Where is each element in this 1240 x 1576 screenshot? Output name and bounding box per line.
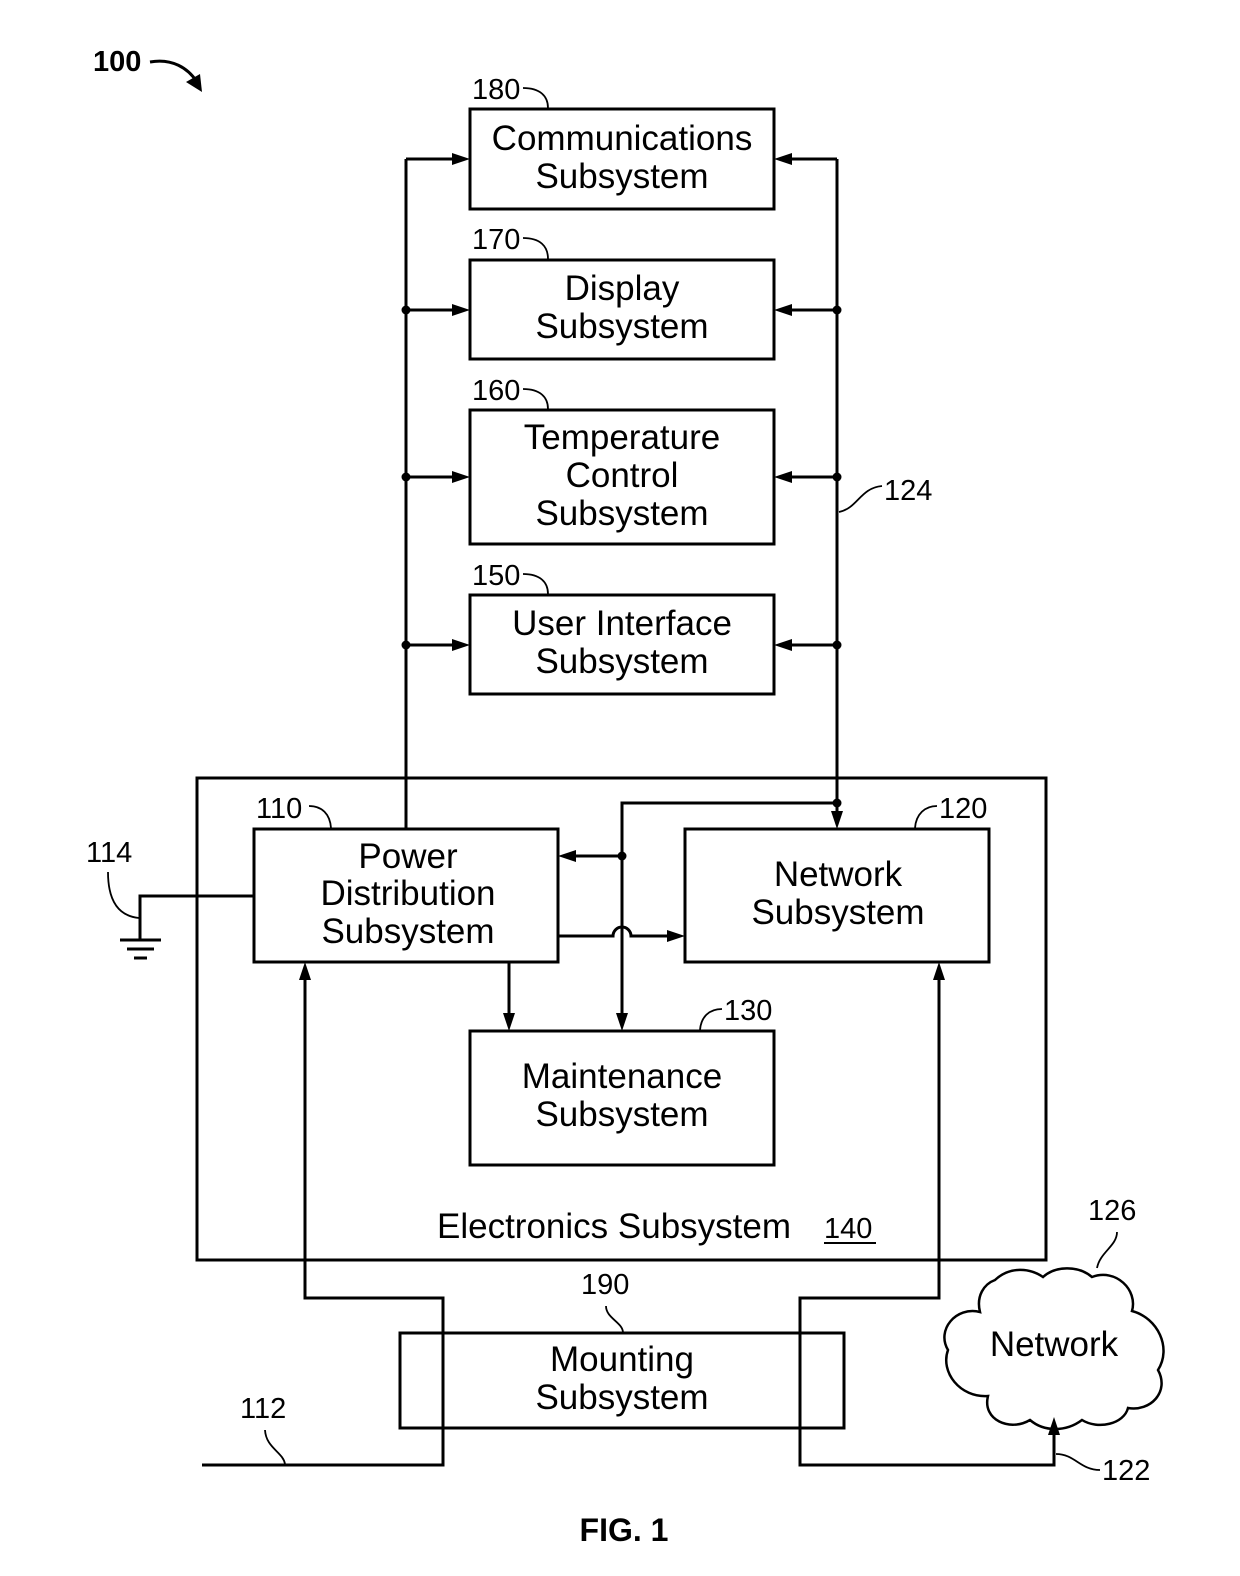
junction-dot [832, 472, 842, 482]
arrowhead [452, 471, 470, 483]
ground-ref: 114 [86, 837, 132, 869]
power-to-network-line [558, 925, 673, 938]
power-input-ref-leader [264, 1429, 286, 1465]
arrowhead [774, 153, 792, 165]
block-ref: 160 [472, 375, 520, 407]
arrowhead [667, 930, 685, 942]
junction-dot [832, 305, 842, 315]
block-label: Subsystem [535, 494, 708, 533]
arrowhead [616, 1013, 628, 1031]
block-label: Mounting [550, 1340, 694, 1379]
block-label: Network [774, 855, 903, 894]
block-label: Subsystem [321, 912, 494, 951]
junction-dot [401, 305, 411, 315]
network-cloud: Network 126 [943, 1195, 1165, 1431]
junction-dot [832, 640, 842, 650]
block-label: Subsystem [535, 157, 708, 196]
block-label: Communications [492, 119, 753, 158]
arrowhead [452, 153, 470, 165]
block-label: Maintenance [522, 1057, 722, 1096]
block-label: Subsystem [535, 307, 708, 346]
block-label: Distribution [320, 874, 495, 913]
arrowhead [933, 962, 945, 980]
mounting-subsystem-block: Mounting Subsystem 190 [398, 1269, 846, 1430]
ref-leader [522, 388, 549, 410]
junction-dot [832, 798, 842, 808]
arrowhead [503, 1013, 515, 1031]
arrowhead [452, 304, 470, 316]
arrowhead [452, 639, 470, 651]
block-label: User Interface [512, 604, 732, 643]
junction-dot [401, 472, 411, 482]
arrowhead [831, 811, 843, 829]
block-ref: 170 [472, 224, 520, 256]
block-ref: 180 [472, 74, 520, 106]
cloud-ref-leader [1096, 1231, 1118, 1269]
block-ref: 120 [939, 793, 987, 825]
display-subsystem-block: Display Subsystem 170 [468, 224, 776, 361]
block-label: Control [566, 456, 679, 495]
arrowhead [774, 471, 792, 483]
ref-leader [522, 573, 549, 595]
ref-leader [914, 805, 938, 829]
ref-leader [522, 237, 549, 260]
temperature-control-subsystem-block: Temperature Control Subsystem 160 [468, 375, 776, 546]
junction-dot [617, 851, 627, 861]
ref-leader [699, 1008, 723, 1031]
block-ref: 110 [256, 793, 302, 825]
block-label: Power [358, 837, 458, 876]
figure-ref: 100 [93, 46, 141, 78]
block-label: Subsystem [535, 1095, 708, 1134]
electronics-subsystem-ref: 140 [824, 1213, 872, 1245]
ground-ref-leader [107, 871, 140, 919]
arrowhead [774, 639, 792, 651]
arrowhead [1048, 1417, 1060, 1435]
power-input-line [202, 975, 445, 1467]
arrowhead [558, 850, 576, 862]
arrowhead [774, 304, 792, 316]
block-ref: 150 [472, 560, 520, 592]
arrowhead [299, 962, 311, 980]
data-bus-ref: 124 [884, 475, 932, 507]
block-label: Subsystem [535, 1378, 708, 1417]
ref-leader [308, 805, 332, 829]
block-label: Subsystem [535, 642, 708, 681]
block-label: Subsystem [751, 893, 924, 932]
figure-ref-arrow [149, 59, 199, 83]
user-interface-subsystem-block: User Interface Subsystem 150 [468, 560, 776, 696]
block-ref: 130 [724, 995, 772, 1027]
network-link-ref: 122 [1102, 1455, 1150, 1487]
ref-leader [605, 1305, 624, 1333]
block-label: Temperature [524, 418, 720, 457]
junction-dot [401, 640, 411, 650]
power-input-ref: 112 [240, 1393, 286, 1425]
communications-subsystem-block: Communications Subsystem 180 [468, 74, 776, 211]
electronics-subsystem-label: Electronics Subsystem [437, 1207, 791, 1246]
cloud-label: Network [990, 1325, 1119, 1364]
figure-caption: FIG. 1 [580, 1512, 669, 1548]
data-bus-ref-leader [838, 485, 883, 513]
system-block-diagram: 100 Electronics Subsystem 140 124 Commun… [86, 46, 1165, 1548]
block-label: Display [565, 269, 680, 308]
network-link-ref-leader [1055, 1453, 1101, 1471]
block-ref: 190 [581, 1269, 629, 1301]
ref-leader [522, 87, 549, 109]
cloud-ref: 126 [1088, 1195, 1136, 1227]
